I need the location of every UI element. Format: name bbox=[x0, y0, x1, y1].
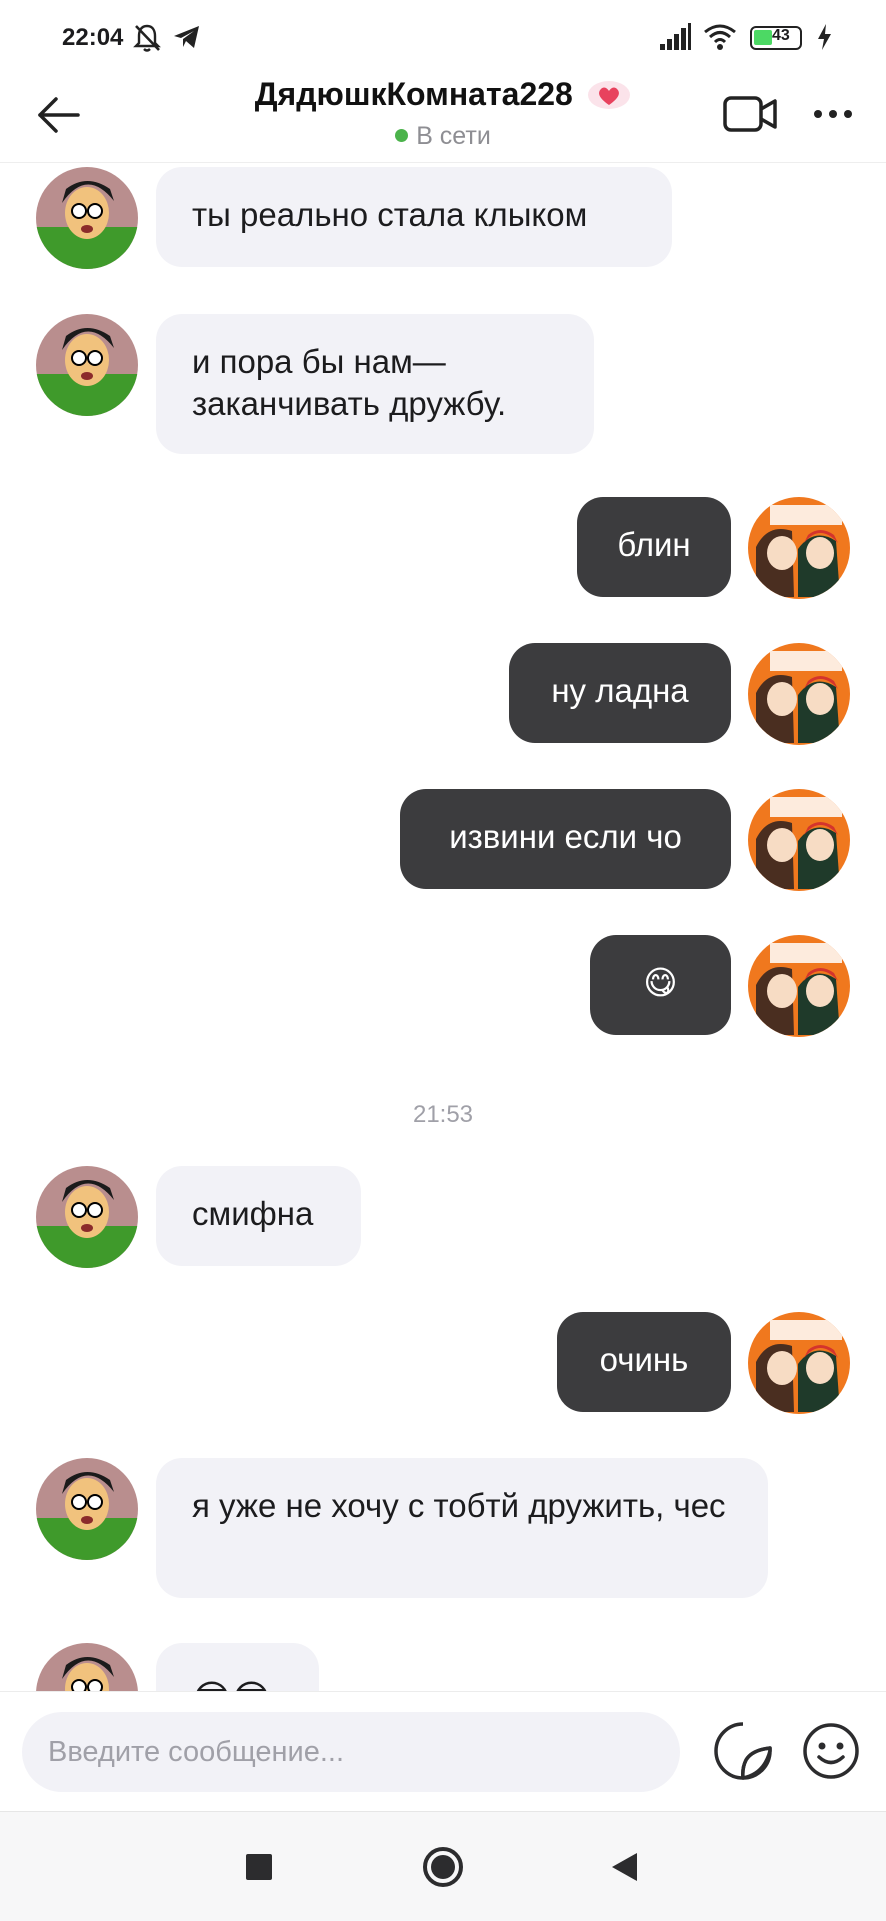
message-bubble-incoming[interactable]: 😎😎 bbox=[156, 1643, 319, 1691]
message-text: и пора бы нам— заканчивать дружбу. bbox=[192, 343, 507, 422]
message-bubble-outgoing[interactable]: 😋 bbox=[590, 935, 731, 1035]
contact-avatar[interactable] bbox=[36, 1643, 138, 1691]
message-text: извини если чо bbox=[449, 818, 682, 855]
home-circle-icon[interactable] bbox=[421, 1845, 465, 1889]
message-bubble-outgoing[interactable]: ну ладна bbox=[509, 643, 731, 743]
back-triangle-icon[interactable] bbox=[608, 1850, 642, 1884]
contact-avatar[interactable] bbox=[36, 1458, 138, 1560]
battery-level: 43 bbox=[772, 27, 790, 44]
status-bar: 22:04 43 bbox=[0, 0, 886, 78]
my-avatar[interactable] bbox=[748, 935, 850, 1037]
charging-icon bbox=[818, 24, 831, 50]
message-text: смифна bbox=[192, 1195, 314, 1232]
contact-avatar[interactable] bbox=[36, 1166, 138, 1268]
message-bubble-incoming[interactable]: я уже не хочу с тобтй дружить, чес bbox=[156, 1458, 768, 1598]
chat-header: ДядюшкКомната228 В сети bbox=[0, 70, 886, 163]
contact-avatar[interactable] bbox=[36, 167, 138, 269]
more-dots-icon[interactable] bbox=[808, 92, 858, 136]
message-text: блин bbox=[617, 526, 691, 563]
sticker-icon[interactable] bbox=[712, 1720, 774, 1782]
message-text: очинь bbox=[599, 1341, 689, 1378]
battery-icon: 43 bbox=[750, 26, 802, 50]
message-text: я уже не хочу с тобтй дружить, чес bbox=[192, 1487, 726, 1524]
online-dot bbox=[395, 128, 409, 142]
my-avatar[interactable] bbox=[748, 1312, 850, 1414]
online-status-text: В сети bbox=[416, 122, 491, 150]
heart-sticker-icon bbox=[588, 80, 631, 109]
message-bubble-incoming[interactable]: ты реально стала клыком bbox=[156, 167, 672, 267]
message-text: ты реально стала клыком bbox=[192, 196, 588, 233]
contact-avatar[interactable] bbox=[36, 314, 138, 416]
date-separator: 21:53 bbox=[412, 1101, 474, 1128]
muted-bell-icon bbox=[133, 24, 161, 52]
my-avatar[interactable] bbox=[748, 789, 850, 891]
my-avatar[interactable] bbox=[748, 497, 850, 599]
message-text: ну ладна bbox=[551, 672, 689, 709]
message-bubble-outgoing[interactable]: очинь bbox=[557, 1312, 731, 1412]
battery-fill bbox=[754, 30, 772, 45]
message-bubble-outgoing[interactable]: извини если чо bbox=[400, 789, 731, 889]
wifi-icon bbox=[704, 24, 736, 50]
video-call-icon[interactable] bbox=[722, 92, 778, 136]
telegram-icon bbox=[174, 26, 199, 48]
my-avatar[interactable] bbox=[748, 643, 850, 745]
message-emoji: 😎😎 bbox=[192, 1679, 271, 1691]
message-bubble-incoming[interactable]: смифна bbox=[156, 1166, 361, 1266]
message-emoji: 😋 bbox=[643, 964, 678, 1001]
message-bubble-outgoing[interactable]: блин bbox=[577, 497, 731, 597]
system-nav-bar bbox=[0, 1811, 886, 1921]
status-time: 22:04 bbox=[62, 24, 124, 51]
message-bubble-incoming[interactable]: и пора бы нам— заканчивать дружбу. bbox=[156, 314, 594, 454]
chat-title[interactable]: ДядюшкКомната228 bbox=[255, 76, 573, 113]
message-composer bbox=[0, 1691, 886, 1812]
signal-icon bbox=[660, 23, 691, 50]
message-input[interactable] bbox=[22, 1712, 680, 1792]
message-list[interactable]: ты реально стала клыком и пора бы нам— з… bbox=[0, 163, 886, 1691]
recents-square-icon[interactable] bbox=[244, 1852, 274, 1882]
emoji-icon[interactable] bbox=[800, 1720, 862, 1782]
